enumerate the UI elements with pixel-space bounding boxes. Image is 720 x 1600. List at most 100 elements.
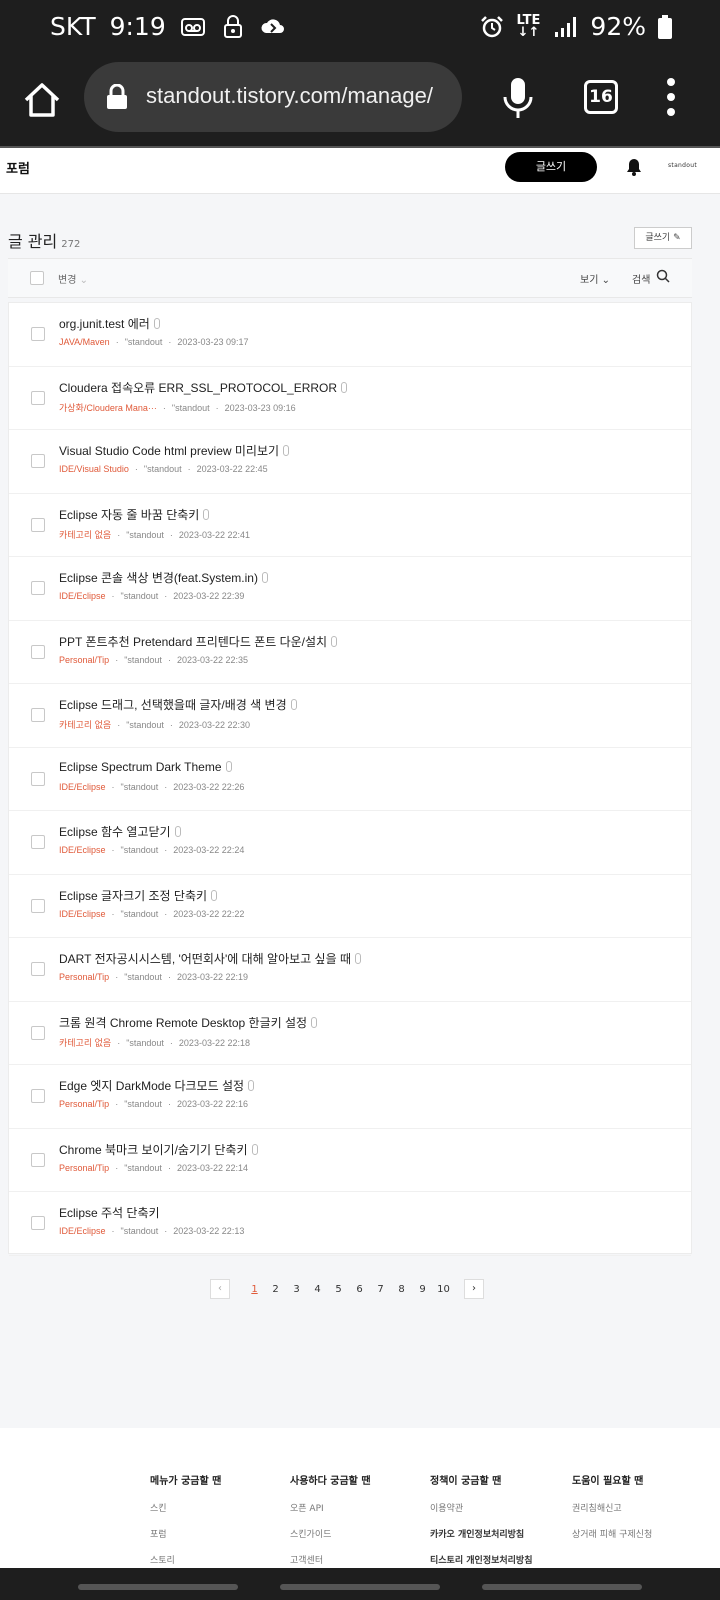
page-number-6[interactable]: 6 bbox=[349, 1284, 370, 1295]
row-checkbox[interactable] bbox=[31, 390, 45, 405]
page-number-1[interactable]: 1 bbox=[244, 1284, 265, 1295]
tab-switcher-button[interactable]: 16 bbox=[584, 80, 618, 114]
profile-avatar[interactable]: standout bbox=[668, 162, 697, 169]
list-item[interactable]: Chrome 북마크 보이기/숨기기 단축키 Personal/Tip · "stan… bbox=[9, 1129, 691, 1192]
post-category[interactable]: IDE/Visual Studio bbox=[59, 464, 129, 474]
post-title[interactable]: Eclipse 함수 열고닫기 bbox=[59, 823, 181, 840]
list-item[interactable]: Eclipse 드래그, 선택했을때 글자/배경 색 변경 카테고리 없음 · "st… bbox=[9, 684, 691, 748]
post-category[interactable]: Personal/Tip bbox=[59, 655, 109, 665]
list-item[interactable]: Eclipse 함수 열고닫기 IDE/Eclipse · "standout · 202… bbox=[9, 811, 691, 875]
post-title[interactable]: Visual Studio Code html preview 미리보기 bbox=[59, 442, 290, 459]
post-category[interactable]: IDE/Eclipse bbox=[59, 782, 106, 792]
footer-link[interactable]: 카카오 개인정보처리방침 bbox=[430, 1527, 570, 1540]
page-number-4[interactable]: 4 bbox=[307, 1284, 328, 1295]
post-category[interactable]: IDE/Eclipse bbox=[59, 845, 106, 855]
page-number-5[interactable]: 5 bbox=[328, 1284, 349, 1295]
list-item[interactable]: Eclipse 글자크기 조정 단축키 IDE/Eclipse · "standout… bbox=[9, 875, 691, 938]
post-title[interactable]: Eclipse 드래그, 선택했을때 글자/배경 색 변경 bbox=[59, 696, 297, 713]
post-title[interactable]: Chrome 북마크 보이기/숨기기 단축키 bbox=[59, 1141, 258, 1158]
list-item[interactable]: DART 전자공시시스템, '어떤회사'에 대해 알아보고 싶을 때 Person… bbox=[9, 938, 691, 1002]
nav-back[interactable] bbox=[482, 1584, 642, 1590]
footer-link[interactable]: 고객센터 bbox=[290, 1553, 430, 1566]
row-checkbox[interactable] bbox=[31, 962, 45, 976]
row-checkbox[interactable] bbox=[31, 708, 45, 722]
row-checkbox[interactable] bbox=[31, 1152, 45, 1167]
list-item[interactable]: 크롬 원격 Chrome Remote Desktop 한글키 설정카테고리 없… bbox=[9, 1002, 691, 1065]
footer-link[interactable]: 스토리 bbox=[150, 1553, 290, 1566]
post-title[interactable]: 크롬 원격 Chrome Remote Desktop 한글키 설정 bbox=[59, 1014, 318, 1031]
url-bar[interactable]: standout.tistory.com/manage/ bbox=[84, 62, 462, 132]
next-page-button[interactable]: › bbox=[464, 1279, 484, 1299]
post-category[interactable]: 카테고리 없음 bbox=[59, 720, 111, 730]
page-number-2[interactable]: 2 bbox=[265, 1284, 286, 1295]
view-dropdown[interactable]: 보기 ⌄ bbox=[580, 271, 610, 286]
row-checkbox[interactable] bbox=[31, 898, 45, 913]
row-checkbox[interactable] bbox=[31, 454, 45, 468]
post-title[interactable]: org.junit.test 에러 bbox=[59, 315, 160, 332]
nav-home[interactable] bbox=[280, 1584, 440, 1590]
post-title[interactable]: Eclipse Spectrum Dark Theme bbox=[59, 760, 232, 774]
search-button[interactable]: 검색 bbox=[632, 271, 650, 286]
row-checkbox[interactable] bbox=[31, 1216, 45, 1230]
post-title[interactable]: Eclipse 자동 줄 바꿈 단축키 bbox=[59, 506, 210, 523]
post-category[interactable]: 카테고리 없음 bbox=[59, 1038, 111, 1048]
post-title[interactable]: Eclipse 주석 단축키 bbox=[59, 1204, 160, 1221]
list-item[interactable]: Edge 엣지 DarkMode 다크모드 설정 Personal/Tip · "st… bbox=[9, 1065, 691, 1129]
row-checkbox[interactable] bbox=[31, 771, 45, 786]
home-icon[interactable] bbox=[20, 78, 64, 122]
footer-link[interactable]: 오픈 API bbox=[290, 1501, 430, 1514]
microphone-icon[interactable] bbox=[500, 76, 536, 120]
post-title[interactable]: Eclipse 콘솔 색상 변경(feat.System.in) bbox=[59, 569, 268, 586]
page-number-10[interactable]: 10 bbox=[433, 1284, 454, 1295]
post-title[interactable]: Edge 엣지 DarkMode 다크모드 설정 bbox=[59, 1077, 255, 1094]
list-item[interactable]: Eclipse 주석 단축키 IDE/Eclipse · "standout · 2023… bbox=[9, 1192, 691, 1256]
post-category[interactable]: JAVA/Maven bbox=[59, 337, 110, 347]
page-number-7[interactable]: 7 bbox=[370, 1284, 391, 1295]
nav-recents[interactable] bbox=[78, 1584, 238, 1590]
row-checkbox[interactable] bbox=[31, 1025, 45, 1040]
footer-link[interactable]: 이용약관 bbox=[430, 1501, 570, 1514]
list-item[interactable]: Eclipse 콘솔 색상 변경(feat.System.in) IDE/Ecli… bbox=[9, 557, 691, 621]
list-item[interactable]: org.junit.test 에러 JAVA/Maven · "standout · 20… bbox=[9, 303, 691, 367]
row-checkbox[interactable] bbox=[31, 644, 45, 659]
select-all-checkbox[interactable] bbox=[30, 271, 44, 285]
row-checkbox[interactable] bbox=[31, 517, 45, 532]
footer-link[interactable]: 상거래 피해 구제신청 bbox=[572, 1527, 712, 1540]
page-number-9[interactable]: 9 bbox=[412, 1284, 433, 1295]
search-icon[interactable] bbox=[656, 269, 670, 283]
forum-link[interactable]: 포럼 bbox=[6, 158, 30, 177]
post-title[interactable]: DART 전자공시시스템, '어떤회사'에 대해 알아보고 싶을 때 bbox=[59, 950, 361, 967]
prev-page-button[interactable]: ‹ bbox=[210, 1279, 230, 1299]
row-checkbox[interactable] bbox=[31, 327, 45, 341]
post-category[interactable]: IDE/Eclipse bbox=[59, 1226, 106, 1236]
post-category[interactable]: 카테고리 없음 bbox=[59, 530, 111, 540]
write-post-small-button[interactable]: 글쓰기 ✎ bbox=[634, 227, 692, 249]
more-menu-icon[interactable] bbox=[664, 78, 678, 118]
footer-link[interactable]: 포럼 bbox=[150, 1527, 290, 1540]
list-item[interactable]: Visual Studio Code html preview 미리보기 IDE/… bbox=[9, 430, 691, 494]
post-category[interactable]: Personal/Tip bbox=[59, 1099, 109, 1109]
footer-link[interactable]: 스킨 bbox=[150, 1501, 290, 1514]
post-title[interactable]: PPT 폰트추천 Pretendard 프리텐다드 폰트 다운/설치 bbox=[59, 633, 338, 650]
row-checkbox[interactable] bbox=[31, 835, 45, 849]
post-title[interactable]: Eclipse 글자크기 조정 단축키 bbox=[59, 887, 218, 904]
footer-link[interactable]: 스킨가이드 bbox=[290, 1527, 430, 1540]
list-item[interactable]: Eclipse Spectrum Dark Theme IDE/Eclipse · "… bbox=[9, 748, 691, 811]
change-dropdown[interactable]: 변경 ⌄ bbox=[58, 271, 88, 286]
post-category[interactable]: 가상화/Cloudera Mana··· bbox=[59, 403, 157, 413]
list-item[interactable]: Cloudera 접속오류 ERR_SSL_PROTOCOL_ERROR 가상화/… bbox=[9, 367, 691, 430]
post-category[interactable]: Personal/Tip bbox=[59, 1163, 109, 1173]
post-category[interactable]: IDE/Eclipse bbox=[59, 909, 106, 919]
post-category[interactable]: IDE/Eclipse bbox=[59, 591, 106, 601]
list-item[interactable]: PPT 폰트추천 Pretendard 프리텐다드 폰트 다운/설치 Person… bbox=[9, 621, 691, 684]
notification-bell-icon[interactable] bbox=[626, 158, 642, 176]
row-checkbox[interactable] bbox=[31, 581, 45, 595]
page-number-8[interactable]: 8 bbox=[391, 1284, 412, 1295]
row-checkbox[interactable] bbox=[31, 1089, 45, 1103]
write-post-button[interactable]: 글쓰기 bbox=[505, 152, 597, 182]
post-category[interactable]: Personal/Tip bbox=[59, 972, 109, 982]
page-number-3[interactable]: 3 bbox=[286, 1284, 307, 1295]
post-title[interactable]: Cloudera 접속오류 ERR_SSL_PROTOCOL_ERROR bbox=[59, 379, 348, 396]
footer-link[interactable]: 티스토리 개인정보처리방침 bbox=[430, 1553, 570, 1566]
list-item[interactable]: Eclipse 자동 줄 바꿈 단축키 카테고리 없음 · "standout · 202… bbox=[9, 494, 691, 557]
